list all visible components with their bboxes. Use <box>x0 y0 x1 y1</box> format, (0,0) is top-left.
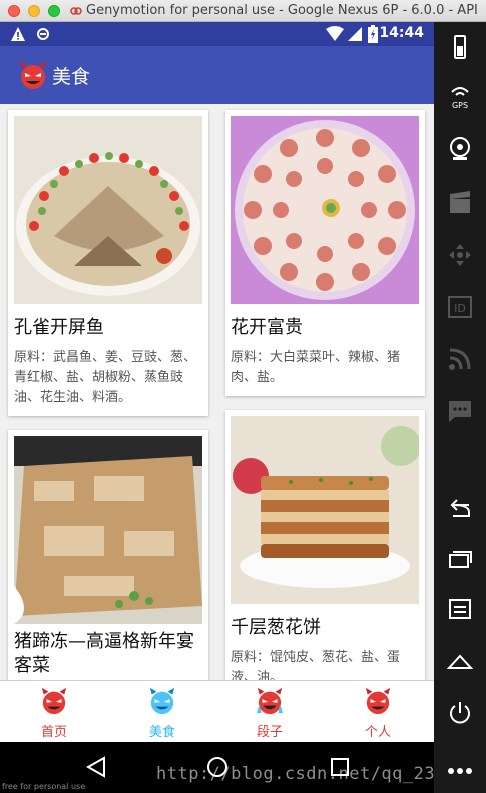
food-image-scallion-pancake <box>231 416 419 604</box>
food-desc: 原料：武昌鱼、姜、豆豉、葱、青红椒、盐、胡椒粉、蒸鱼豉油、花生油、料酒。 <box>14 350 197 405</box>
food-title: 花开富贵 <box>231 317 303 338</box>
more-icon[interactable] <box>447 758 473 784</box>
food-desc: 原料：馄饨皮、葱花、盐、蛋液、油。 <box>231 650 401 680</box>
bottom-navigation: 首页 美食 段子 个人 <box>0 680 434 743</box>
emulator-side-toolbar: GPS ID <box>434 22 486 793</box>
devil-cry-icon <box>256 687 284 715</box>
devil-red-icon <box>41 687 67 715</box>
battery-widget-icon[interactable] <box>447 34 473 60</box>
food-grid[interactable]: 孔雀开屏鱼 原料：武昌鱼、姜、豆豉、葱、青红椒、盐、胡椒粉、蒸鱼豉油、花生油、料… <box>0 104 434 680</box>
menu-icon[interactable] <box>447 596 473 622</box>
food-image-peacock-fish <box>14 116 202 304</box>
tab-jokes-label: 段子 <box>256 725 283 740</box>
webcam-icon[interactable] <box>447 136 473 162</box>
watermark-small: free for personal use <box>2 782 86 791</box>
tab-food[interactable]: 美食 <box>108 681 216 743</box>
tab-food-label: 美食 <box>148 725 175 740</box>
food-card[interactable]: 猪蹄冻—高逼格新年宴客菜 <box>8 430 208 680</box>
gps-icon[interactable]: GPS <box>447 84 473 110</box>
food-card[interactable]: 孔雀开屏鱼 原料：武昌鱼、姜、豆豉、葱、青红椒、盐、胡椒粉、蒸鱼豉油、花生油、料… <box>8 110 208 416</box>
network-icon[interactable] <box>447 346 473 372</box>
genymotion-logo-icon <box>70 7 82 15</box>
status-time: 14:44 <box>379 25 424 41</box>
back-button-icon[interactable] <box>447 496 473 522</box>
app-title: 美食 <box>52 66 91 88</box>
devil-logo-icon <box>20 61 46 89</box>
devil-red-icon <box>365 687 391 715</box>
tab-jokes[interactable]: 段子 <box>216 681 324 743</box>
food-card[interactable]: 花开富贵 原料：大白菜菜叶、辣椒、猪肉、盐。 <box>225 110 425 396</box>
battery-icon <box>368 25 378 43</box>
sync-icon <box>37 28 49 40</box>
status-bar: 14:44 <box>0 22 434 46</box>
screencast-icon[interactable] <box>447 190 473 216</box>
food-title: 千层葱花饼 <box>231 617 321 638</box>
window-title: Genymotion for personal use - Google Nex… <box>86 3 478 18</box>
signal-icon <box>348 27 362 41</box>
devil-blue-icon <box>149 687 175 715</box>
food-card[interactable]: 千层葱花饼 原料：馄饨皮、葱花、盐、蛋液、油。 <box>225 410 425 680</box>
back-icon[interactable] <box>86 756 106 778</box>
warning-icon <box>11 27 25 41</box>
tab-profile[interactable]: 个人 <box>324 681 432 743</box>
power-icon[interactable] <box>447 700 473 726</box>
remote-control-icon[interactable] <box>447 242 473 268</box>
wifi-icon <box>326 26 344 41</box>
svg-text:ID: ID <box>454 302 466 315</box>
recent-apps-icon[interactable] <box>447 546 473 572</box>
window-maximize-button[interactable] <box>48 5 60 17</box>
food-title-text: 猪蹄冻—高逼格新年宴客菜 <box>14 631 194 676</box>
tab-profile-label: 个人 <box>364 725 391 740</box>
tab-home-label: 首页 <box>40 725 67 740</box>
sms-icon[interactable] <box>447 398 473 424</box>
food-image-flower-dumpling <box>231 116 419 304</box>
android-screen: 14:44 美食 孔雀开屏鱼 原料：武昌鱼、姜、豆豉、葱、青红椒、盐、胡椒粉、蒸… <box>0 22 434 793</box>
food-desc: 原料：大白菜菜叶、辣椒、猪肉、盐。 <box>231 350 401 385</box>
app-bar: 美食 <box>0 46 434 104</box>
food-title: 猪蹄冻—高逼格新年宴客菜 <box>14 630 202 678</box>
device-id-icon[interactable]: ID <box>447 294 473 320</box>
home-button-icon[interactable] <box>447 648 473 674</box>
food-title: 孔雀开屏鱼 <box>14 317 104 338</box>
svg-text:GPS: GPS <box>452 101 468 110</box>
tab-home[interactable]: 首页 <box>0 681 108 743</box>
window-close-button[interactable] <box>8 5 20 17</box>
window-minimize-button[interactable] <box>28 5 40 17</box>
window-title-bar: Genymotion for personal use - Google Nex… <box>0 0 486 22</box>
food-image-pig-trotter-jelly <box>14 436 202 624</box>
